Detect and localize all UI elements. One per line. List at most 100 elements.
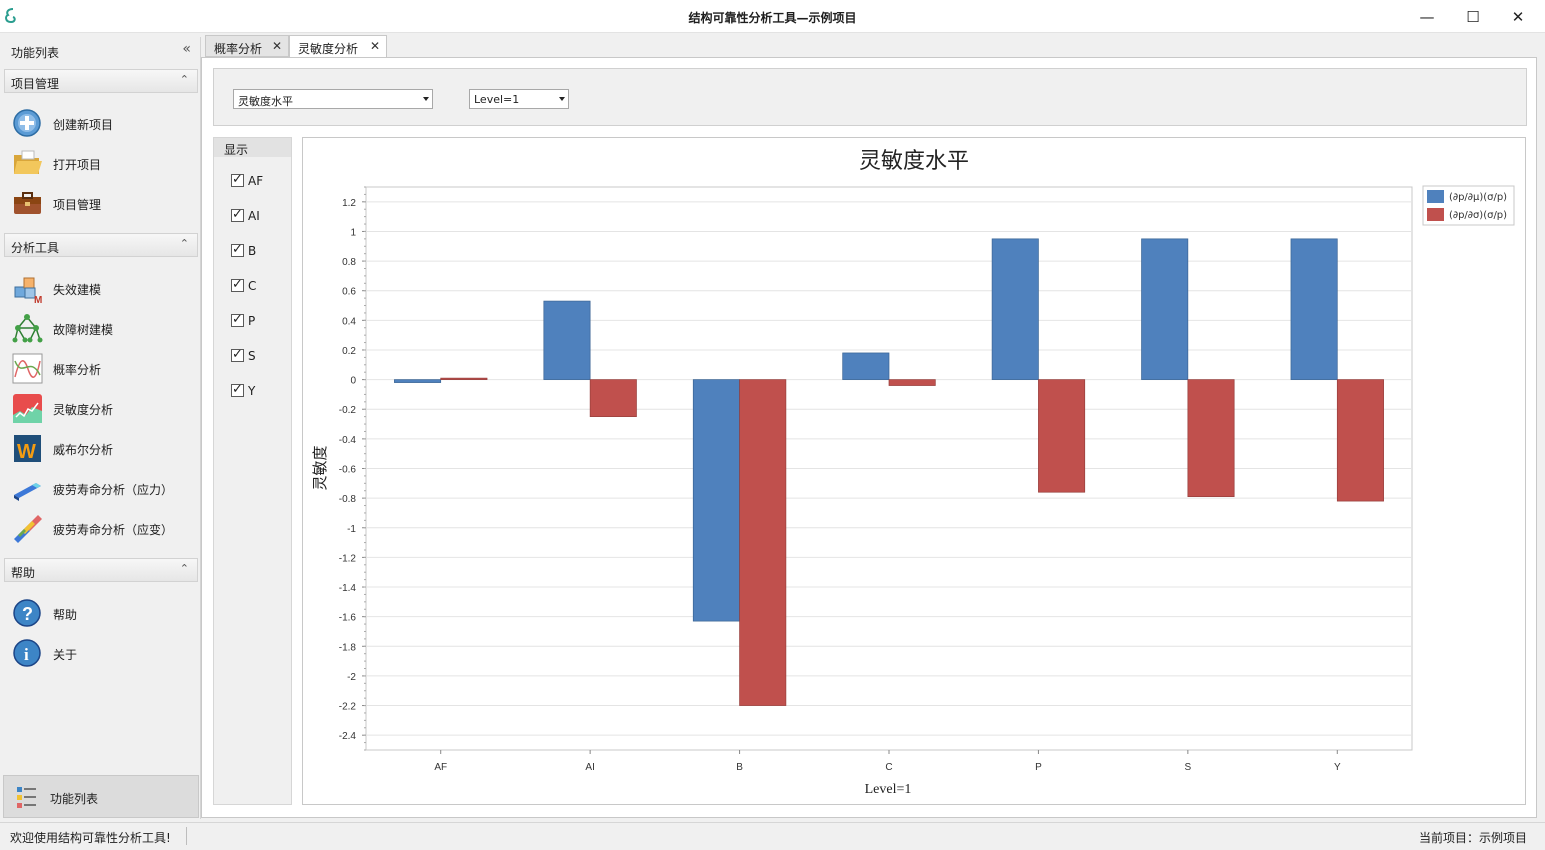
y-tick-label: -2.2 [339,702,357,713]
maximize-button[interactable]: ☐ [1450,0,1496,33]
stress-fatigue-icon [14,483,41,501]
tab-probability-analysis[interactable]: 概率分析 ✕ [205,35,289,57]
sidebar-header: 功能列表 « [4,39,197,61]
y-tick-label: -1.8 [339,642,357,653]
tab-close-icon[interactable]: ✕ [272,39,282,53]
y-tick-label: -1 [347,524,356,535]
checkbox-label: Y [248,384,256,398]
sidebar-item-label: 概率分析 [53,363,102,377]
checkbox-checked-icon [231,207,244,222]
bar-b-series2 [739,379,787,706]
tab-sensitivity-analysis[interactable]: 灵敏度分析 ✕ [289,35,387,58]
sidebar-title: 功能列表 [11,46,60,60]
y-tick-label: -2 [347,672,356,683]
briefcase-icon [14,192,41,214]
chart-legend: (∂p/∂μ)(σ/p) (∂p/∂σ)(σ/p) [1422,185,1515,226]
sidebar-item-about[interactable]: i 关于 [4,635,198,671]
checkbox-label: B [248,244,257,258]
sidebar-item-failure-modeling[interactable]: M 失效建模 [4,270,198,306]
sidebar-item-fatigue-stress[interactable]: 疲劳寿命分析（应力） [4,470,198,506]
sidebar-item-label: 失效建模 [53,283,102,297]
y-tick-label: -0.6 [339,465,357,476]
x-tick-label: AF [434,762,447,773]
tab-close-icon[interactable]: ✕ [370,39,380,53]
bar-s-series1 [1141,238,1189,380]
svg-text:W: W [17,441,36,463]
y-tick-label: 0.6 [342,287,356,298]
y-tick-label: -1.2 [339,553,357,564]
checkbox-checked-icon [231,172,244,187]
sidebar-item-label: 帮助 [53,608,78,622]
y-axis-title: 灵敏度 [311,445,329,490]
cubes-model-icon: M [14,277,42,304]
sidebar-item-project-management[interactable]: 项目管理 [4,185,198,221]
x-tick-label: P [1035,762,1042,773]
bar-af-series2 [440,377,488,380]
y-tick-label: 0.2 [342,346,356,357]
mode-select-value: 灵敏度水平 [238,95,293,108]
add-circle-icon [13,109,41,137]
info-icon: i [13,639,41,667]
bar-y-series1 [1290,238,1338,380]
weibull-icon: W [14,435,41,463]
sidebar-item-open-project[interactable]: 打开项目 [4,145,198,181]
sidebar-item-label: 创建新项目 [53,118,114,132]
x-axis-title: Level=1 [865,782,912,797]
function-sidebar: 功能列表 « 项目管理 ⌃ 创建新项目 打开项目 项目管理 分析工具 ⌃ M 失… [0,37,201,819]
sidebar-item-label: 疲劳寿命分析（应变） [53,523,174,537]
sidebar-item-label: 灵敏度分析 [53,403,114,417]
bar-c-series2 [888,379,936,386]
help-icon: ? [13,599,41,627]
title-bar: 结构可靠性分析工具—示例项目 — ☐ ✕ [0,0,1545,33]
sidebar-item-label: 疲劳寿命分析（应力） [53,483,174,497]
sidebar-item-fatigue-strain[interactable]: 疲劳寿命分析（应变） [4,510,198,546]
window-title: 结构可靠性分析工具—示例项目 [688,11,857,25]
function-list-label: 功能列表 [50,792,99,806]
minimize-button[interactable]: — [1404,0,1450,33]
group-help[interactable]: 帮助 ⌃ [4,558,198,582]
close-button[interactable]: ✕ [1495,0,1541,33]
tab-content: 灵敏度水平 Level=1 显示 AF AI B C P S Y 灵敏度水平 1… [201,57,1537,818]
sidebar-item-label: 项目管理 [53,198,102,212]
x-tick-label: AI [585,762,594,773]
strain-fatigue-icon [14,515,42,543]
sidebar-item-probability-analysis[interactable]: 概率分析 [4,350,198,386]
svg-text:M: M [34,295,42,304]
sidebar-collapse-icon[interactable]: « [182,41,191,57]
group-project-management[interactable]: 项目管理 ⌃ [4,69,198,93]
sidebar-item-sensitivity-analysis[interactable]: 灵敏度分析 [4,390,198,426]
bar-b-series1 [692,379,740,622]
dropdown-arrow-icon [423,97,429,101]
bar-p-series2 [1038,379,1086,493]
checkbox-checked-icon [231,277,244,292]
bar-y-series2 [1336,379,1384,502]
checkbox-checked-icon [231,382,244,397]
function-list-toggle[interactable]: 功能列表 [3,775,199,818]
bar-c-series1 [842,352,890,380]
sensitivity-bar-chart: 灵敏度水平 1.2 1 0.8 0.6 0.4 0.2 0 -0.2 -0.4 -0.6 -0.8 -… [311,149,1515,797]
sidebar-item-label: 故障树建模 [53,323,114,337]
y-tick-label: -1.6 [339,613,357,624]
group-analysis-tools[interactable]: 分析工具 ⌃ [4,233,198,257]
bar-p-series1 [991,238,1039,380]
dropdown-arrow-icon [559,97,565,101]
checkbox-label: S [248,349,256,363]
y-tick-label: -1.4 [339,583,357,594]
mode-select[interactable]: 灵敏度水平 [233,89,433,109]
y-tick-label: -0.2 [339,405,357,416]
chevron-up-icon: ⌃ [179,237,189,250]
bar-ai-series1 [543,300,591,380]
sidebar-item-label: 关于 [53,648,78,662]
status-bar: 欢迎使用结构可靠性分析工具! 当前项目：示例项目 [0,822,1545,850]
sidebar-item-fault-tree[interactable]: 故障树建模 [4,310,198,346]
sidebar-item-help[interactable]: ? 帮助 [4,595,198,631]
controls-panel: 灵敏度水平 Level=1 [213,68,1527,126]
group-label: 项目管理 [11,77,60,91]
sidebar-item-weibull-analysis[interactable]: W 威布尔分析 [4,430,198,466]
legend-swatch [1427,208,1444,221]
display-panel-title: 显示 [224,143,249,157]
level-select[interactable]: Level=1 [469,89,569,109]
status-separator [186,827,187,845]
sidebar-item-create-project[interactable]: 创建新项目 [4,105,198,141]
y-tick-label: -0.4 [339,435,357,446]
